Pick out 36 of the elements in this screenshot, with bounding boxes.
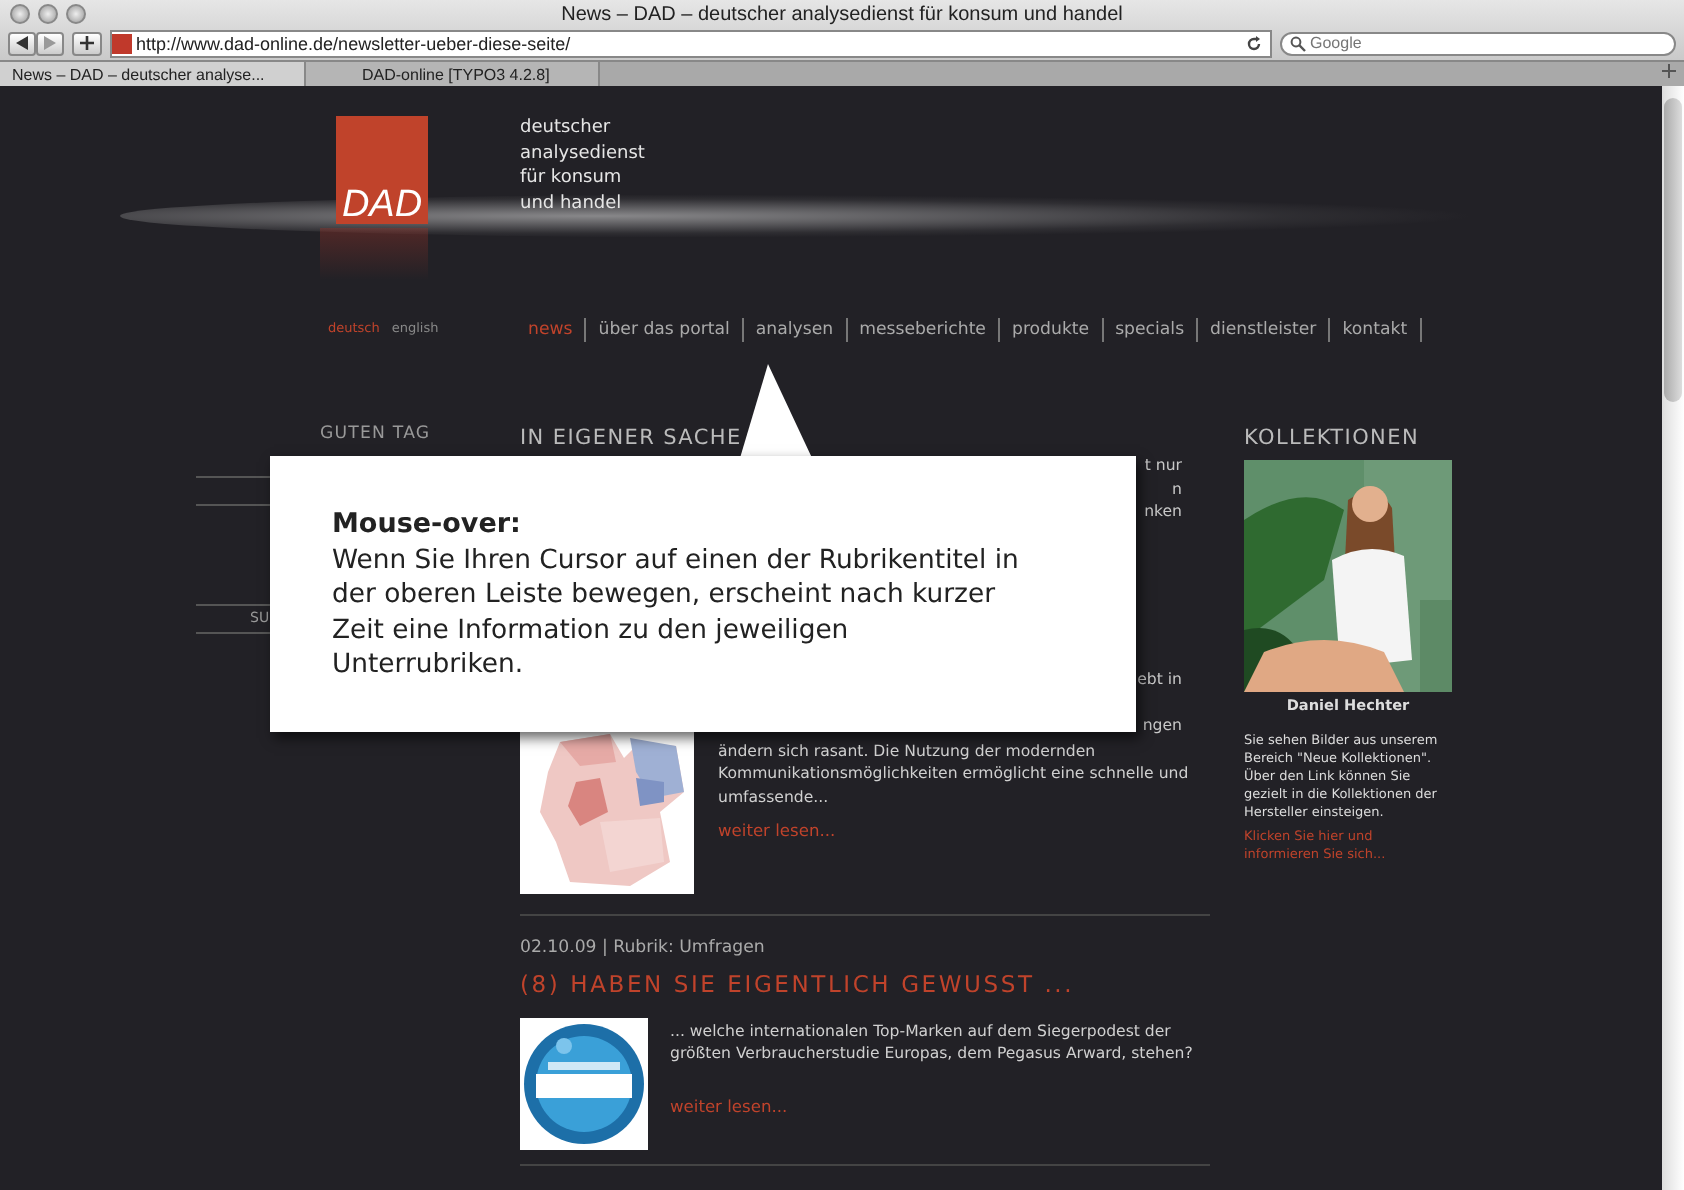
tagline-line: deutscher xyxy=(520,116,613,141)
tooltip-title: Mouse-over: xyxy=(332,508,523,543)
nav-link[interactable]: messeberichte xyxy=(847,318,1000,342)
nav-link[interactable]: kontakt xyxy=(1330,318,1422,342)
logo[interactable]: DAD xyxy=(336,116,428,224)
browser-tab[interactable]: DAD-online [TYPO3 4.2.8] xyxy=(306,62,600,88)
reload-icon[interactable] xyxy=(1246,35,1262,51)
logo-reflection xyxy=(320,228,428,280)
search-icon xyxy=(1290,35,1306,51)
plus-icon xyxy=(80,35,94,49)
close-button[interactable] xyxy=(10,4,30,24)
forward-arrow-icon xyxy=(44,35,56,49)
nav-link[interactable]: specials xyxy=(1103,318,1199,342)
add-bookmark-button[interactable] xyxy=(72,31,102,55)
tagline-line: analysedienst xyxy=(520,141,645,166)
section-heading: IN EIGENER SACHE xyxy=(520,424,744,452)
nav-link[interactable]: analysen xyxy=(743,318,848,342)
section-heading: KOLLEKTIONEN xyxy=(1244,424,1421,452)
tagline-line: und handel xyxy=(520,191,624,216)
back-arrow-icon xyxy=(16,35,28,49)
site-favicon-icon xyxy=(112,33,132,53)
nav-link[interactable]: dienstleister xyxy=(1198,318,1331,342)
nav-link[interactable]: über das portal xyxy=(586,318,744,342)
address-field[interactable]: http://www.dad-online.de/newsletter-ueber-diese-seite/ xyxy=(110,29,1272,57)
scrollbar[interactable] xyxy=(1662,86,1684,1190)
sidebar-heading: GUTEN TAG xyxy=(318,424,433,447)
back-button[interactable] xyxy=(8,31,36,55)
search-box[interactable]: Google xyxy=(1280,31,1676,55)
minimize-button[interactable] xyxy=(38,4,58,24)
article-meta: 02.10.09 | Rubrik: Umfragen xyxy=(520,937,767,960)
tooltip-text: Wenn Sie Ihren Cursor auf einen der Rubrikentitel in der oberen Leiste bewegen, erscheint nach kurzer Zeit eine Information zu den jeweiligen Unterrubriken. xyxy=(332,543,1021,683)
zoom-button[interactable] xyxy=(66,4,86,24)
nav-link[interactable]: produkte xyxy=(999,318,1104,342)
tagline-line: für konsum xyxy=(520,166,624,191)
browser-tab[interactable]: News – DAD – deutscher analyse... xyxy=(0,62,306,88)
window-title: News – DAD – deutscher analysedienst für konsum und handel xyxy=(561,3,1123,25)
